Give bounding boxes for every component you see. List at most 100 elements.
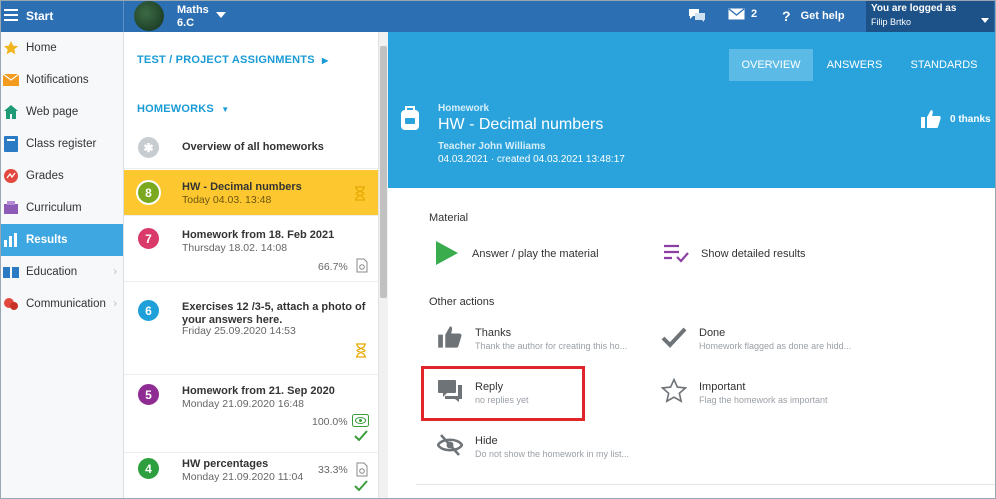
triangle-down-icon: ▼: [221, 105, 230, 114]
user-menu[interactable]: You are logged as Filip Brtko: [866, 0, 994, 32]
homework-date: Monday 21.09.2020 11:04: [182, 471, 304, 483]
document-icon: [356, 258, 368, 273]
homework-date: Friday 25.09.2020 14:53: [182, 325, 296, 337]
tab-overview[interactable]: OVERVIEW: [729, 49, 813, 81]
scrollbar-thumb[interactable]: [380, 46, 387, 298]
gear-icon: ✱: [136, 135, 161, 160]
envelope-icon: [728, 8, 745, 20]
hide-action[interactable]: Hide Do not show the homework in my list…: [437, 432, 629, 459]
homework-created: 04.03.2021 · created 04.03.2021 13:48:17: [438, 154, 625, 165]
important-action[interactable]: Important Flag the homework as important: [661, 377, 828, 405]
sidebar-item-curriculum[interactable]: Curriculum: [0, 192, 123, 224]
answer-material-button[interactable]: Answer / play the material: [434, 240, 599, 266]
homework-kind: Homework: [438, 103, 490, 114]
class-group: 6.C: [177, 17, 195, 29]
sidebar-item-education[interactable]: Education ›: [0, 256, 123, 288]
thanks-count: 0 thanks: [950, 113, 991, 125]
homework-date: Today 04.03. 13:48: [182, 194, 272, 206]
reply-highlight-box: [421, 366, 585, 421]
tab-answers[interactable]: ANSWERS: [816, 49, 893, 81]
homework-title: Homework from 18. Feb 2021: [182, 229, 335, 241]
thanks-action[interactable]: Thanks Thank the author for creating thi…: [437, 324, 627, 351]
homework-title: HW - Decimal numbers: [182, 181, 302, 193]
overview-label: Overview of all homeworks: [182, 141, 324, 153]
list-item[interactable]: 4 HW percentages Monday 21.09.2020 11:04…: [124, 454, 378, 499]
done-action-title: Done: [699, 327, 726, 339]
sidebar-item-home[interactable]: Home: [0, 32, 123, 64]
page-title: HW - Decimal numbers: [438, 116, 604, 133]
sidebar-item-web-page[interactable]: Web page: [0, 96, 123, 128]
homework-number: 7: [136, 226, 161, 251]
overview-item[interactable]: ✱ Overview of all homeworks: [124, 126, 378, 169]
sidebar-item-grades[interactable]: Grades: [0, 160, 123, 192]
tab-standards[interactable]: STANDARDS: [898, 49, 990, 81]
homework-date: Thursday 18.02. 14:08: [182, 242, 288, 254]
class-avatar[interactable]: [134, 1, 164, 31]
hide-action-desc: Do not show the homework in my list...: [475, 449, 630, 459]
thanks-counter[interactable]: 0 thanks: [920, 109, 991, 129]
chat-icon: [2, 295, 20, 313]
other-actions-heading: Other actions: [429, 296, 495, 308]
thanks-action-title: Thanks: [475, 327, 512, 339]
homework-percent: 33.3%: [318, 464, 348, 476]
detailed-results-button[interactable]: Show detailed results: [663, 240, 806, 266]
messages-count: 2: [751, 8, 758, 20]
homework-list-pane: TEST / PROJECT ASSIGNMENTS ▶ HOMEWORKS ▼…: [124, 32, 388, 499]
checklist-icon: [663, 240, 689, 266]
homework-teacher: Teacher John Williams: [438, 141, 546, 152]
sidebar-item-notifications[interactable]: Notifications: [0, 64, 123, 96]
top-bar: Start Maths 6.C 2 ? Get help You are log…: [0, 0, 996, 32]
bar-chart-icon: [2, 231, 20, 249]
sidebar-item-label: Results: [26, 234, 68, 246]
class-selector[interactable]: Maths 6.C: [177, 4, 209, 30]
homework-number: 5: [136, 382, 161, 407]
divider: [123, 0, 124, 32]
chevron-down-icon: [981, 18, 989, 23]
chevron-right-icon: ›: [113, 298, 117, 310]
sidebar-item-results[interactable]: Results: [0, 224, 123, 256]
thumbs-up-icon: [921, 110, 941, 128]
list-item[interactable]: 6 Exercises 12 /3-5, attach a photo of y…: [124, 283, 378, 375]
sidebar-item-communication[interactable]: Communication ›: [0, 288, 123, 320]
thanks-action-desc: Thank the author for creating this ho...: [475, 341, 628, 351]
help-label: Get help: [800, 10, 845, 22]
backpack-icon: [401, 106, 419, 130]
list-item[interactable]: 7 Homework from 18. Feb 2021 Thursday 18…: [124, 217, 378, 282]
material-heading: Material: [429, 212, 469, 224]
homework-number: 4: [136, 456, 161, 481]
logged-label: You are logged as: [871, 3, 957, 14]
detailed-results-label: Show detailed results: [701, 248, 806, 260]
homework-title: Exercises 12 /3-5, attach a photo of you…: [182, 301, 366, 326]
projects-heading[interactable]: TEST / PROJECT ASSIGNMENTS ▶: [137, 54, 328, 66]
chevron-right-icon: ›: [113, 266, 117, 278]
messages-button[interactable]: 2: [728, 8, 757, 20]
help-button[interactable]: ? Get help: [782, 8, 845, 24]
check-icon: [354, 480, 368, 491]
list-item[interactable]: 5 Homework from 21. Sep 2020 Monday 21.0…: [124, 376, 378, 453]
chat-button[interactable]: [688, 8, 706, 22]
sidebar-item-label: Curriculum: [26, 202, 82, 214]
homeworks-heading-label: HOMEWORKS: [137, 103, 214, 115]
important-action-title: Important: [699, 381, 746, 393]
chevron-down-icon[interactable]: [216, 12, 226, 18]
house-icon: [2, 103, 20, 121]
done-action[interactable]: Done Homework flagged as done are hidd..…: [661, 324, 851, 351]
star-outline-icon: [661, 377, 687, 404]
homework-title: Homework from 21. Sep 2020: [182, 385, 335, 397]
sidebar-item-label: Home: [26, 42, 57, 54]
play-icon: [434, 240, 460, 266]
homeworks-heading[interactable]: HOMEWORKS ▼: [137, 103, 229, 115]
document-icon: [356, 462, 368, 477]
menu-icon[interactable]: [4, 9, 18, 21]
done-action-desc: Homework flagged as done are hidd...: [699, 341, 852, 351]
list-item[interactable]: 8 HW - Decimal numbers Today 04.03. 13:4…: [124, 170, 378, 216]
triangle-right-icon: ▶: [322, 56, 329, 65]
start-link[interactable]: Start: [26, 9, 53, 23]
check-icon: [354, 430, 368, 441]
sidebar-item-class-register[interactable]: Class register: [0, 128, 123, 160]
sidebar-item-label: Education: [26, 266, 78, 278]
sidebar-item-label: Communication: [26, 298, 106, 310]
hourglass-icon: [355, 186, 365, 201]
sidebar: Home Notifications Web page Class regist…: [0, 32, 124, 499]
hourglass-icon: [356, 343, 366, 358]
